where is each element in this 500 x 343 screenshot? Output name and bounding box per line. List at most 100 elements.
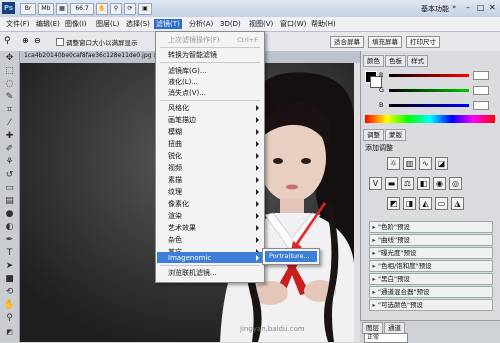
menu-layer[interactable]: 图层(L) xyxy=(94,19,121,29)
fit-screen-button[interactable]: 适合屏幕 xyxy=(330,36,364,48)
menu-item-vanishing-point[interactable]: 消失点(V)... xyxy=(168,88,206,98)
preset-levels[interactable]: ▸ "色阶"预设 xyxy=(369,221,493,233)
menu-item-texture[interactable]: 纹理 xyxy=(168,187,182,197)
zoom-tool-icon[interactable]: ⚲ xyxy=(110,3,122,15)
bridge-button[interactable]: Br xyxy=(20,3,36,15)
path-selection-tool-icon[interactable]: ➤ xyxy=(3,261,16,272)
menu-item-distort[interactable]: 扭曲 xyxy=(168,139,182,149)
crop-tool-icon[interactable]: ⌗ xyxy=(3,105,16,116)
print-size-button[interactable]: 打印尺寸 xyxy=(406,36,440,48)
workspace-dropdown-icon[interactable]: » xyxy=(452,3,456,11)
channel-mixer-icon[interactable]: ◎ xyxy=(449,177,462,190)
eraser-tool-icon[interactable]: ▭ xyxy=(3,183,16,194)
menu-item-pixelate[interactable]: 像素化 xyxy=(168,199,189,209)
posterize-icon[interactable]: ◨ xyxy=(403,197,416,210)
menu-analysis[interactable]: 分析(A) xyxy=(187,19,215,29)
levels-icon[interactable]: ▥ xyxy=(403,157,416,170)
close-icon[interactable]: ✕ xyxy=(489,3,496,12)
menu-3d[interactable]: 3D(D) xyxy=(218,19,243,29)
marquee-tool-icon[interactable]: ⬚ xyxy=(3,66,16,77)
invert-icon[interactable]: ◩ xyxy=(387,197,400,210)
history-brush-tool-icon[interactable]: ↺ xyxy=(3,170,16,181)
zoom-level[interactable]: 66.7 xyxy=(70,3,94,15)
menu-filter[interactable]: 滤镜(T) xyxy=(154,19,182,29)
hand-tool-sidebar-icon[interactable]: ✋ xyxy=(3,300,16,311)
zoom-tool-option-icon[interactable]: ⚲ xyxy=(4,36,11,46)
panel-tab-swatches[interactable]: 色板 xyxy=(385,55,406,67)
quick-select-tool-icon[interactable]: ✎ xyxy=(3,92,16,103)
menu-edit[interactable]: 编辑(E) xyxy=(34,19,62,29)
menu-item-sharpen[interactable]: 锐化 xyxy=(168,151,182,161)
menu-item-render[interactable]: 渲染 xyxy=(168,211,182,221)
guides-icon[interactable]: ▦ xyxy=(56,3,68,15)
panel-tab-color[interactable]: 颜色 xyxy=(363,55,384,67)
menu-window[interactable]: 窗口(W) xyxy=(278,19,308,29)
hue-saturation-icon[interactable]: ▬ xyxy=(385,177,398,190)
preset-curves[interactable]: ▸ "曲线"预设 xyxy=(369,234,493,246)
menu-help[interactable]: 帮助(H) xyxy=(309,19,338,29)
red-value-field[interactable] xyxy=(473,71,489,80)
color-balance-icon[interactable]: ⚖ xyxy=(401,177,414,190)
brush-tool-icon[interactable]: ✐ xyxy=(3,144,16,155)
preset-exposure[interactable]: ▸ "曝光度"预设 xyxy=(369,247,493,259)
color-swatches-icon[interactable]: ◩ xyxy=(3,327,16,338)
panel-tab-styles[interactable]: 样式 xyxy=(407,55,428,67)
menu-item-artistic[interactable]: 艺术效果 xyxy=(168,223,196,233)
panel-tab-masks[interactable]: 蒙版 xyxy=(385,129,406,141)
menu-select[interactable]: 选择(S) xyxy=(124,19,152,29)
maximize-icon[interactable]: □ xyxy=(477,3,485,12)
curves-icon[interactable]: ∿ xyxy=(419,157,432,170)
zoom-in-icon[interactable]: ⊕ xyxy=(22,36,29,45)
menu-item-browse-online-filters[interactable]: 浏览联机滤镜... xyxy=(168,268,217,278)
menu-item-stylize[interactable]: 风格化 xyxy=(168,103,189,113)
mini-bridge-button[interactable]: Mb xyxy=(38,3,54,15)
menu-item-liquify[interactable]: 液化(L)... xyxy=(168,77,198,87)
photo-filter-icon[interactable]: ◉ xyxy=(433,177,446,190)
type-tool-icon[interactable]: T xyxy=(3,248,16,259)
menu-item-brush-strokes[interactable]: 画笔描边 xyxy=(168,115,196,125)
menu-file[interactable]: 文件(F) xyxy=(4,19,32,29)
blue-channel-slider[interactable]: B xyxy=(379,101,489,110)
blur-tool-icon[interactable]: ● xyxy=(3,209,16,220)
green-value-field[interactable] xyxy=(473,86,489,95)
move-tool-icon[interactable]: ✥ xyxy=(3,53,16,64)
red-channel-slider[interactable]: R xyxy=(379,71,489,80)
menu-item-blur[interactable]: 模糊 xyxy=(168,127,182,137)
panel-tab-adjustments[interactable]: 调整 xyxy=(363,129,384,141)
resize-window-checkbox[interactable] xyxy=(56,38,64,46)
workspace-label[interactable]: 基本功能 xyxy=(421,4,449,14)
brightness-contrast-icon[interactable]: ☼ xyxy=(387,157,400,170)
rotate-view-icon[interactable]: ⟳ xyxy=(124,3,136,15)
healing-brush-tool-icon[interactable]: ✚ xyxy=(3,131,16,142)
green-channel-slider[interactable]: G xyxy=(379,86,489,95)
vibrance-icon[interactable]: V xyxy=(369,177,382,190)
minimize-icon[interactable]: – xyxy=(466,3,470,12)
dodge-tool-icon[interactable]: ◐ xyxy=(3,222,16,233)
menu-view[interactable]: 视图(V) xyxy=(247,19,275,29)
zoom-out-icon[interactable]: ⊖ xyxy=(34,36,41,45)
zoom-tool-sidebar-icon[interactable]: ⚲ xyxy=(3,313,16,324)
gradient-tool-icon[interactable]: ▤ xyxy=(3,196,16,207)
menu-item-sketch[interactable]: 素描 xyxy=(168,175,182,185)
blue-value-field[interactable] xyxy=(473,101,489,110)
menu-item-filter-gallery[interactable]: 滤镜库(G)... xyxy=(168,66,207,76)
menu-item-noise[interactable]: 杂色 xyxy=(168,235,182,245)
preset-channel-mixer[interactable]: ▸ "通道混合器"预设 xyxy=(369,286,493,298)
hand-tool-icon[interactable]: ✋ xyxy=(96,3,108,15)
3d-rotate-tool-icon[interactable]: ⟲ xyxy=(3,287,16,298)
lasso-tool-icon[interactable]: ◌ xyxy=(3,79,16,90)
eyedropper-tool-icon[interactable]: ⁄ xyxy=(3,118,16,129)
gradient-map-icon[interactable]: ▭ xyxy=(435,197,448,210)
pen-tool-icon[interactable]: ✒ xyxy=(3,235,16,246)
arrange-documents-icon[interactable]: ▣ xyxy=(138,3,152,15)
threshold-icon[interactable]: ◭ xyxy=(419,197,432,210)
exposure-icon[interactable]: ◪ xyxy=(435,157,448,170)
selective-color-icon[interactable]: ◮ xyxy=(451,197,464,210)
preset-black-white[interactable]: ▸ "黑白"预设 xyxy=(369,273,493,285)
menu-item-video[interactable]: 视频 xyxy=(168,163,182,173)
menu-item-portraiture[interactable]: Portraiture... xyxy=(269,251,310,262)
black-white-icon[interactable]: ◧ xyxy=(417,177,430,190)
clone-stamp-tool-icon[interactable]: ⚘ xyxy=(3,157,16,168)
menu-image[interactable]: 图像(I) xyxy=(63,19,89,29)
menu-item-convert-smart-filter[interactable]: 转换为智能滤镜 xyxy=(168,50,217,60)
